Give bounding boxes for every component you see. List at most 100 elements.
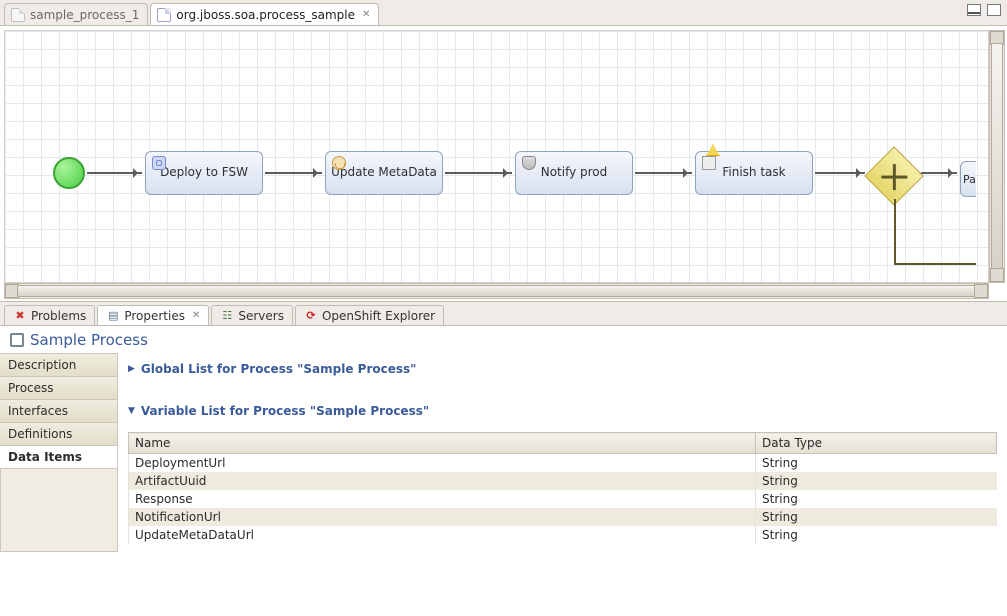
sequence-flow[interactable] — [894, 263, 976, 265]
cell-type: String — [756, 526, 997, 544]
cell-type: String — [756, 472, 997, 490]
properties-main-panel: Global List for Process "Sample Process"… — [118, 354, 1007, 552]
sidebar-item-process[interactable]: Process — [0, 376, 118, 400]
task-update-metadata[interactable]: Update MetaData — [325, 151, 443, 195]
scroll-thumb[interactable] — [991, 43, 1003, 270]
task-finish-task[interactable]: Finish task — [695, 151, 813, 195]
sidebar-item-label: Interfaces — [8, 404, 68, 418]
cell-name: ArtifactUuid — [129, 472, 756, 490]
column-header-type[interactable]: Data Type — [756, 433, 997, 454]
view-tab-problems[interactable]: ✖ Problems — [4, 305, 95, 325]
properties-sidebar: Description Process Interfaces Definitio… — [0, 354, 118, 552]
cell-type: String — [756, 508, 997, 526]
sidebar-item-description[interactable]: Description — [0, 353, 118, 377]
service-task-icon — [152, 156, 166, 170]
editor-tab-label: org.jboss.soa.process_sample — [176, 8, 355, 22]
task-notify-prod[interactable]: Notify prod — [515, 151, 633, 195]
editor-tab-process-sample[interactable]: org.jboss.soa.process_sample ✕ — [150, 3, 379, 25]
table-row[interactable]: UpdateMetaDataUrlString — [129, 526, 997, 544]
task-label: Deploy to FSW — [160, 166, 248, 180]
properties-title: Sample Process — [30, 331, 148, 349]
scroll-thumb[interactable] — [17, 285, 976, 297]
task-label: Pas — [963, 173, 976, 186]
view-tab-openshift[interactable]: ⟳ OpenShift Explorer — [295, 305, 444, 325]
task-label: Finish task — [722, 166, 785, 180]
db-task-icon — [522, 156, 536, 170]
view-tab-properties[interactable]: ▤ Properties ✕ — [97, 305, 209, 325]
sequence-flow[interactable] — [265, 172, 322, 174]
sequence-flow[interactable] — [87, 172, 142, 174]
properties-title-bar: Sample Process — [0, 326, 1007, 354]
properties-body: Description Process Interfaces Definitio… — [0, 354, 1007, 552]
scroll-right-button[interactable] — [974, 284, 988, 298]
sequence-flow[interactable] — [921, 172, 957, 174]
properties-icon: ▤ — [106, 309, 120, 323]
task-label: Notify prod — [541, 166, 608, 180]
section-variable-list[interactable]: Variable List for Process "Sample Proces… — [128, 404, 997, 418]
scroll-down-button[interactable] — [990, 268, 1004, 282]
sequence-flow[interactable] — [445, 172, 512, 174]
cell-name: Response — [129, 490, 756, 508]
horizontal-scrollbar[interactable] — [4, 283, 989, 299]
bpmn-canvas-area: Deploy to FSW Update MetaData Notify pro… — [0, 26, 1007, 302]
cell-type: String — [756, 490, 997, 508]
variable-table: Name Data Type DeploymentUrlStringArtifa… — [128, 432, 997, 544]
editor-tabbar: sample_process_1 org.jboss.soa.process_s… — [0, 0, 1007, 26]
table-row[interactable]: ResponseString — [129, 490, 997, 508]
exclusive-gateway[interactable] — [864, 146, 923, 205]
column-header-name[interactable]: Name — [129, 433, 756, 454]
sidebar-item-definitions[interactable]: Definitions — [0, 422, 118, 446]
sidebar-filler — [0, 469, 118, 552]
close-icon[interactable]: ✕ — [362, 9, 370, 20]
sequence-flow[interactable] — [635, 172, 692, 174]
table-row[interactable]: NotificationUrlString — [129, 508, 997, 526]
editor-tab-sample-process-1[interactable]: sample_process_1 — [4, 3, 148, 25]
problems-icon: ✖ — [13, 309, 27, 323]
user-task-icon — [332, 156, 346, 170]
bottom-view-tabbar: ✖ Problems ▤ Properties ✕ ☷ Servers ⟳ Op… — [0, 302, 1007, 326]
sequence-flow[interactable] — [894, 199, 896, 265]
task-label: Update MetaData — [331, 166, 437, 180]
cell-name: NotificationUrl — [129, 508, 756, 526]
minimize-button[interactable] — [967, 4, 981, 16]
view-tab-label: Problems — [31, 309, 86, 323]
vertical-scrollbar[interactable] — [989, 30, 1005, 283]
editor-window-controls — [967, 4, 1001, 16]
view-tab-label: OpenShift Explorer — [322, 309, 435, 323]
sidebar-item-label: Description — [8, 358, 76, 372]
sidebar-item-interfaces[interactable]: Interfaces — [0, 399, 118, 423]
view-tab-servers[interactable]: ☷ Servers — [211, 305, 293, 325]
file-icon — [157, 8, 171, 22]
sidebar-item-label: Data Items — [8, 450, 82, 464]
bpmn-canvas[interactable]: Deploy to FSW Update MetaData Notify pro… — [4, 30, 989, 283]
view-tab-label: Properties — [124, 309, 185, 323]
process-icon — [10, 333, 24, 347]
column-header-label: Name — [135, 436, 170, 450]
table-row[interactable]: DeploymentUrlString — [129, 454, 997, 473]
task-deploy-to-fsw[interactable]: Deploy to FSW — [145, 151, 263, 195]
cell-type: String — [756, 454, 997, 473]
sidebar-item-label: Definitions — [8, 427, 72, 441]
warning-icon — [706, 144, 720, 156]
table-row[interactable]: ArtifactUuidString — [129, 472, 997, 490]
column-header-label: Data Type — [762, 436, 822, 450]
disclosure-triangle-icon — [128, 406, 135, 416]
section-title: Variable List for Process "Sample Proces… — [141, 404, 429, 418]
servers-icon: ☷ — [220, 309, 234, 323]
file-icon — [11, 8, 25, 22]
disclosure-triangle-icon — [128, 364, 135, 374]
sidebar-item-label: Process — [8, 381, 54, 395]
start-event[interactable] — [53, 157, 85, 189]
editor-tab-label: sample_process_1 — [30, 8, 139, 22]
task-partial[interactable]: Pas — [960, 161, 976, 197]
view-tab-label: Servers — [238, 309, 284, 323]
sequence-flow[interactable] — [815, 172, 865, 174]
maximize-button[interactable] — [987, 4, 1001, 16]
sidebar-item-data-items[interactable]: Data Items — [0, 445, 118, 469]
cell-name: DeploymentUrl — [129, 454, 756, 473]
openshift-icon: ⟳ — [304, 309, 318, 323]
switch-task-icon — [702, 156, 716, 170]
section-title: Global List for Process "Sample Process" — [141, 362, 417, 376]
close-icon[interactable]: ✕ — [192, 310, 200, 321]
section-global-list[interactable]: Global List for Process "Sample Process" — [128, 362, 997, 376]
